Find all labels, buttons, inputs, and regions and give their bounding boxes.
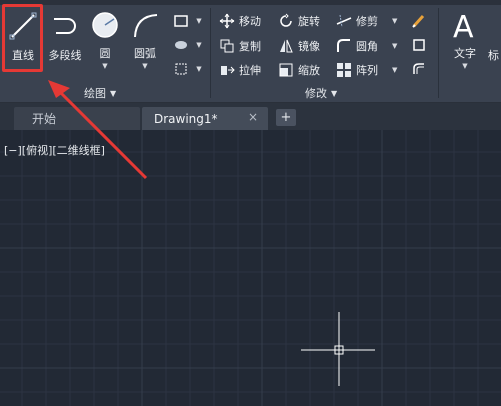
ribbon: 直线 多段线 圆 ▼ 圆弧 ▼ ▼ ▼ ▼ 绘图 ▼ 移动 旋转 修剪 ▼ 复制… [0, 0, 501, 103]
rectangle-icon[interactable] [172, 12, 190, 30]
text-label: 文字 [454, 47, 476, 60]
chevron-down-icon[interactable]: ▼ [190, 60, 208, 78]
explode-icon[interactable] [410, 36, 428, 54]
scale-icon [278, 62, 294, 78]
dimension-button[interactable]: 标 [486, 8, 501, 70]
modify-panel-title: 修改 [305, 87, 327, 100]
chevron-down-icon[interactable]: ▼ [190, 36, 208, 54]
draw-panel-label[interactable]: 绘图 ▼ [84, 86, 116, 100]
chevron-down-icon[interactable]: ▼ [392, 42, 397, 50]
circle-icon [87, 8, 123, 42]
circle-button[interactable]: 圆 ▼ [84, 8, 126, 70]
mirror-button[interactable]: 镜像 [278, 36, 320, 56]
tab-start[interactable]: 开始 [14, 107, 140, 130]
dimension-icon [486, 8, 501, 44]
boundary-icon[interactable] [172, 60, 190, 78]
fillet-button[interactable]: 圆角 ▼ [336, 36, 397, 56]
tab-start-label: 开始 [32, 112, 57, 126]
move-label: 移动 [239, 15, 261, 28]
grid [0, 130, 501, 406]
stretch-button[interactable]: 拉伸 [219, 60, 261, 80]
mirror-label: 镜像 [298, 40, 320, 53]
text-button[interactable]: A 文字 ▼ [444, 8, 486, 70]
rotate-label: 旋转 [298, 15, 320, 28]
erase-icon[interactable] [410, 12, 428, 30]
copy-label: 复制 [239, 40, 261, 53]
close-icon[interactable]: × [248, 110, 258, 124]
tab-drawing-label: Drawing1* [154, 111, 218, 126]
offset-icon[interactable] [410, 60, 428, 78]
panel-divider [210, 8, 211, 98]
chevron-down-icon: ▼ [110, 88, 117, 98]
chevron-down-icon: ▼ [331, 88, 338, 98]
copy-button[interactable]: 复制 [219, 36, 261, 56]
draw-panel-title: 绘图 [84, 87, 106, 100]
polyline-icon [47, 8, 83, 44]
fillet-icon [336, 38, 352, 54]
dimension-label: 标 [488, 49, 499, 62]
arc-button[interactable]: 圆弧 ▼ [124, 8, 166, 70]
stretch-label: 拉伸 [239, 64, 261, 77]
chevron-down-icon[interactable]: ▼ [392, 17, 397, 25]
chevron-down-icon[interactable]: ▼ [392, 66, 397, 74]
copy-icon [219, 38, 235, 54]
chevron-down-icon[interactable]: ▼ [142, 62, 147, 70]
rotate-icon [278, 13, 294, 29]
scale-label: 缩放 [298, 64, 320, 77]
move-icon [219, 13, 235, 29]
arc-icon [127, 8, 163, 42]
ribbon-tab-strip [0, 0, 501, 5]
svg-text:A: A [453, 10, 474, 41]
polyline-label: 多段线 [48, 49, 82, 62]
stretch-icon [219, 62, 235, 78]
viewport-controls[interactable]: [−][俯视][二维线框] [4, 142, 105, 158]
array-icon [336, 62, 352, 78]
drawing-canvas[interactable] [0, 130, 501, 406]
chevron-down-icon[interactable]: ▼ [102, 62, 107, 70]
trim-icon [336, 13, 352, 29]
tab-drawing1[interactable]: Drawing1* × [142, 107, 268, 130]
crosshair-cursor [301, 312, 375, 386]
scale-button[interactable]: 缩放 [278, 60, 320, 80]
rotate-button[interactable]: 旋转 [278, 11, 320, 31]
trim-button[interactable]: 修剪 ▼ [336, 11, 397, 31]
move-button[interactable]: 移动 [219, 11, 261, 31]
new-tab-button[interactable]: + [276, 109, 296, 126]
text-icon: A [447, 8, 483, 42]
mirror-icon [278, 38, 294, 54]
arc-label: 圆弧 [134, 47, 156, 60]
panel-divider [438, 8, 439, 98]
line-highlight-box [2, 4, 43, 72]
modify-panel-label[interactable]: 修改 ▼ [305, 86, 337, 100]
array-button[interactable]: 阵列 ▼ [336, 60, 397, 80]
chevron-down-icon[interactable]: ▼ [190, 12, 208, 30]
array-label: 阵列 [356, 64, 378, 77]
fillet-label: 圆角 [356, 40, 378, 53]
hatch-icon[interactable] [172, 36, 190, 54]
file-tab-bar: 开始 Drawing1* × + [0, 103, 501, 130]
chevron-down-icon[interactable]: ▼ [462, 62, 467, 70]
trim-label: 修剪 [356, 15, 378, 28]
circle-label: 圆 [99, 47, 111, 60]
polyline-button[interactable]: 多段线 [44, 8, 86, 70]
